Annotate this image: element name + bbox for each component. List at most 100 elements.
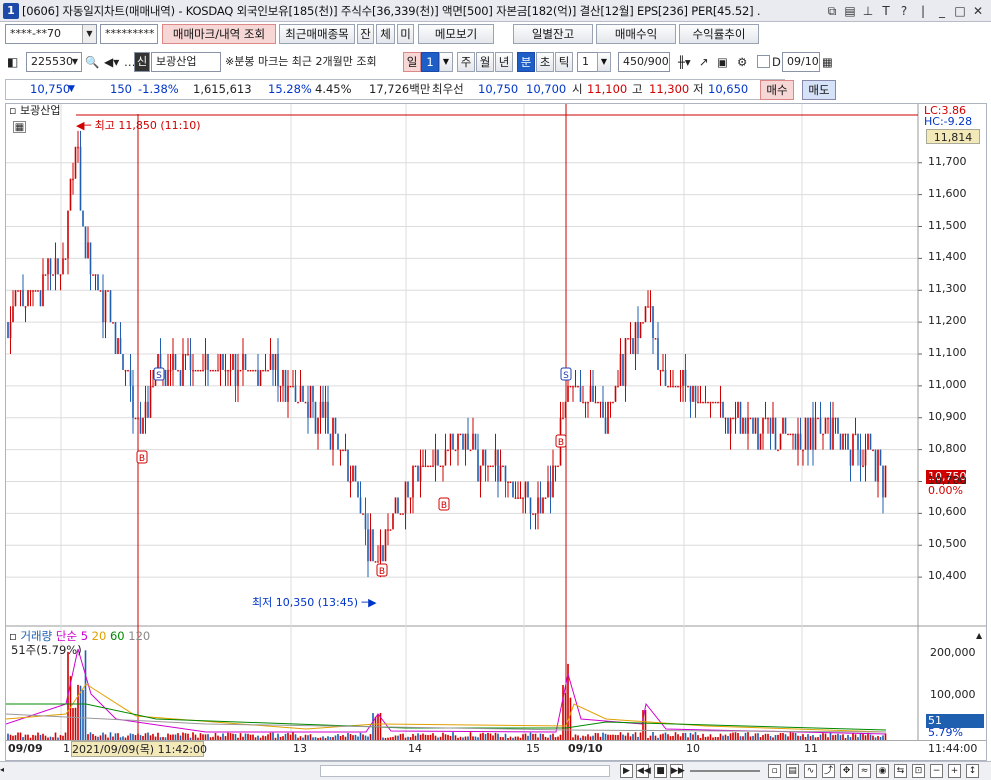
account-select[interactable]: ****-**70 ▼ [5, 24, 97, 44]
volume-bar [19, 732, 22, 740]
gear-icon[interactable]: ⚙ [737, 52, 747, 72]
volume-bar [482, 732, 484, 740]
zoom-out-icon[interactable]: − [930, 764, 943, 778]
indicator-icon[interactable]: ◉ [876, 764, 889, 778]
step-back-icon[interactable]: ◀◀ [636, 764, 651, 778]
panel-icon[interactable]: ◧ [7, 52, 18, 72]
chevron-down-icon[interactable]: ▼ [69, 53, 81, 71]
candle-body [19, 290, 22, 292]
volume-bar [17, 732, 19, 740]
volume-bar [794, 733, 797, 740]
candle-body [554, 465, 557, 468]
maximize-icon[interactable]: □ [953, 4, 967, 18]
candle-body [87, 242, 89, 259]
tab-jan[interactable]: 잔 [357, 24, 374, 44]
calendar-icon[interactable]: ▦ [822, 52, 833, 72]
save-icon[interactable]: ▣ [717, 52, 728, 72]
sell-button[interactable]: 매도 [802, 80, 836, 100]
chevron-down-icon[interactable]: ▼ [597, 52, 611, 72]
trend-icon[interactable]: ⤴ [822, 764, 835, 778]
candle-body [474, 433, 477, 450]
candle-body [164, 369, 167, 386]
speaker-icon[interactable]: ◀▾ [104, 52, 119, 72]
candle-body [194, 369, 197, 372]
scroll-left-icon[interactable]: ◂ [0, 765, 8, 777]
return-trend-button[interactable]: 수익률추이 [679, 24, 759, 44]
trade-mark-query-button[interactable]: 매매마크/내역 조회 [162, 24, 276, 44]
candle-body [704, 401, 707, 404]
chart-canvas[interactable]: B S B B B S [6, 104, 986, 760]
fit-icon[interactable]: ⊡ [912, 764, 925, 778]
trade-profit-button[interactable]: 매매수익 [596, 24, 676, 44]
buy-mark: B [438, 497, 450, 511]
stop-icon[interactable]: ■ [654, 764, 667, 778]
candle-body [789, 433, 792, 436]
line-chart-icon[interactable]: ∿ [804, 764, 817, 778]
candle-body [419, 465, 422, 482]
candle-body [349, 481, 352, 483]
period-year-button[interactable]: 년 [495, 52, 513, 72]
tab-mi[interactable]: 미 [397, 24, 414, 44]
chart-type-icon[interactable]: ▤ [786, 764, 799, 778]
candle-body [212, 369, 214, 372]
stock-code-field[interactable]: 225530 ▼ [26, 52, 82, 72]
scroll-thumb[interactable] [320, 765, 610, 777]
search-icon[interactable]: 🔍 [85, 52, 99, 72]
candle-body [737, 401, 739, 418]
candle-body [184, 354, 187, 356]
text-size-icon[interactable]: T [879, 4, 893, 18]
candle-body [109, 290, 112, 323]
zoom-slider[interactable] [690, 770, 760, 772]
stock-name-field[interactable]: 보광산업 [151, 52, 221, 72]
volume-bar [102, 732, 104, 740]
candle-body [114, 322, 117, 354]
resize-icon[interactable]: ↕ [966, 764, 979, 778]
zoom-icon[interactable]: ▫ [768, 764, 781, 778]
tab-che[interactable]: 체 [376, 24, 395, 44]
minimize-icon[interactable]: _ [935, 4, 949, 18]
compare-icon[interactable]: ⇆ [894, 764, 907, 778]
candle-body [649, 306, 652, 308]
scroll-right-icon[interactable]: ▶ [620, 764, 633, 778]
chevron-down-icon[interactable]: ▼ [439, 52, 453, 72]
chevron-down-icon[interactable]: ▼ [82, 25, 96, 43]
draw-tool-icon[interactable]: ↗ [699, 52, 709, 72]
chart-scroll-bar[interactable]: ◂ ▶ ◀◀ ■ ▶▶ ▫ ▤ ∿ ⤴ ✥ ≈ ◉ ⇆ ⊡ − + ↕ [0, 761, 991, 780]
candle-icon[interactable]: ╫▾ [678, 52, 691, 72]
candle-body [254, 369, 257, 372]
candle-body [67, 210, 69, 259]
chart-panel[interactable]: BSBBBS ▫ 보광산업 ▦ LC:3.86 HC:-9.28 11,814 … [5, 103, 987, 761]
daily-balance-button[interactable]: 일별잔고 [513, 24, 593, 44]
zoom-in-icon[interactable]: + [948, 764, 961, 778]
recent-items-button[interactable]: 최근매매종목 [279, 24, 355, 44]
period-day-button[interactable]: 일 [403, 52, 421, 72]
candle-body [622, 354, 624, 386]
step-forward-icon[interactable]: ▶▶ [670, 764, 685, 778]
price-axis-label: 10,700 [928, 473, 967, 487]
memo-view-button[interactable]: 메모보기 [418, 24, 494, 44]
pin-icon[interactable]: ⊥ [861, 4, 875, 18]
pane-collapse-icon[interactable]: ▲ [976, 631, 982, 641]
candle-body [234, 354, 237, 386]
date-checkbox[interactable] [757, 55, 770, 68]
settings-icon[interactable]: ▤ [843, 4, 857, 18]
candle-body [292, 385, 294, 388]
period-second-button[interactable]: 초 [536, 52, 554, 72]
help-icon[interactable]: ? [897, 4, 911, 18]
calculator-icon[interactable]: ▦ [13, 121, 26, 133]
period-tick-button[interactable]: 틱 [555, 52, 573, 72]
buy-button[interactable]: 매수 [760, 80, 794, 100]
period-minute-button[interactable]: 분 [517, 52, 535, 72]
close-icon[interactable]: ✕ [971, 4, 985, 18]
period-week-button[interactable]: 주 [457, 52, 475, 72]
crosshair-icon[interactable]: ✥ [840, 764, 853, 778]
period-month-button[interactable]: 월 [476, 52, 494, 72]
password-field[interactable]: ********* [100, 24, 158, 44]
period-num-field[interactable]: 1 [421, 52, 439, 72]
date-field[interactable]: 09/10 [782, 52, 820, 72]
data-count-field[interactable]: 450/900 [618, 52, 670, 72]
link-icon[interactable]: ⧉ [825, 4, 839, 18]
wave-icon[interactable]: ≈ [858, 764, 871, 778]
ma60-label: 60 [109, 629, 125, 643]
volume-bar [287, 732, 289, 740]
